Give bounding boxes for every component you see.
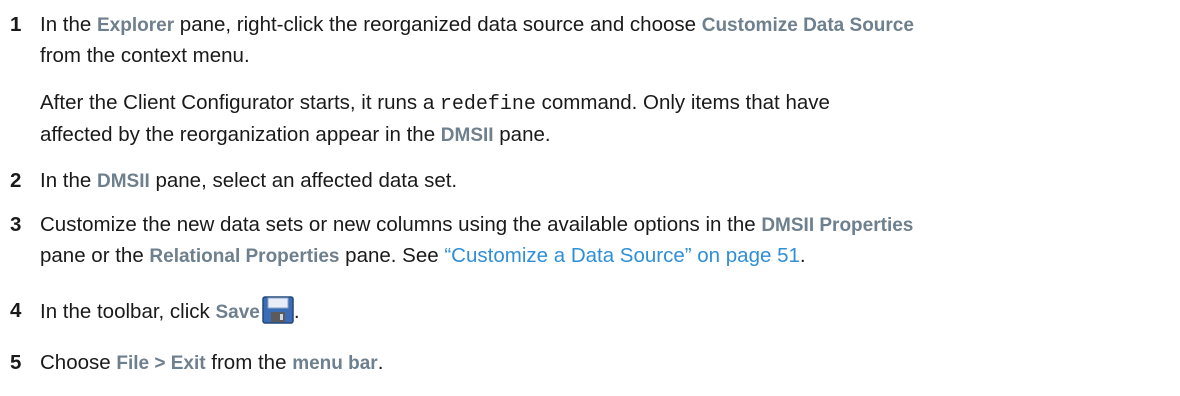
step-number: 4 — [10, 299, 22, 322]
step-text-line: In the toolbar, click Save . — [40, 296, 1170, 328]
step-body: In the toolbar, click Save . — [40, 296, 1170, 328]
ui-term-dmsii: DMSII — [440, 125, 494, 146]
code-redefine: redefine — [439, 93, 536, 116]
note-body: After the Client Configurator starts, it… — [40, 88, 1170, 151]
step-number: 1 — [10, 13, 22, 36]
ui-term-customize-data-source: Customize Data Source — [701, 15, 914, 36]
ui-term-dmsii-properties: DMSII Properties — [761, 215, 914, 236]
step-number: 5 — [10, 351, 22, 374]
step-text-line: pane or the Relational Properties pane. … — [40, 244, 806, 267]
step-number: 3 — [10, 213, 22, 236]
step-text-line: from the context menu. — [40, 44, 250, 67]
step-body: Customize the new data sets or new colum… — [40, 210, 1170, 272]
step-text-line: Choose File > Exit from the menu bar. — [40, 351, 384, 374]
step-body: In the DMSII pane, select an affected da… — [40, 166, 1170, 197]
cross-reference-link[interactable]: “Customize a Data Source” on page 51 — [444, 244, 800, 267]
save-floppy-icon — [262, 296, 294, 324]
note-text-line: affected by the reorganization appear in… — [40, 123, 551, 146]
ui-term-explorer: Explorer — [97, 15, 175, 36]
note-text-line: After the Client Configurator starts, it… — [40, 91, 830, 116]
procedure-steps: 1 In the Explorer pane, right-click the … — [0, 0, 1180, 396]
ui-term-relational-properties: Relational Properties — [149, 246, 340, 267]
step-body: Choose File > Exit from the menu bar. — [40, 348, 1170, 379]
ui-term-file-exit: File > Exit — [116, 353, 206, 374]
ui-term-menu-bar: menu bar — [292, 353, 378, 374]
ui-term-save: Save — [215, 302, 260, 323]
step-text-line: Customize the new data sets or new colum… — [40, 213, 914, 236]
step-text-line: In the Explorer pane, right-click the re… — [40, 13, 914, 36]
step-body: In the Explorer pane, right-click the re… — [40, 10, 1170, 71]
step-number: 2 — [10, 169, 22, 192]
step-text-line: In the DMSII pane, select an affected da… — [40, 169, 458, 192]
ui-term-dmsii: DMSII — [97, 171, 150, 192]
